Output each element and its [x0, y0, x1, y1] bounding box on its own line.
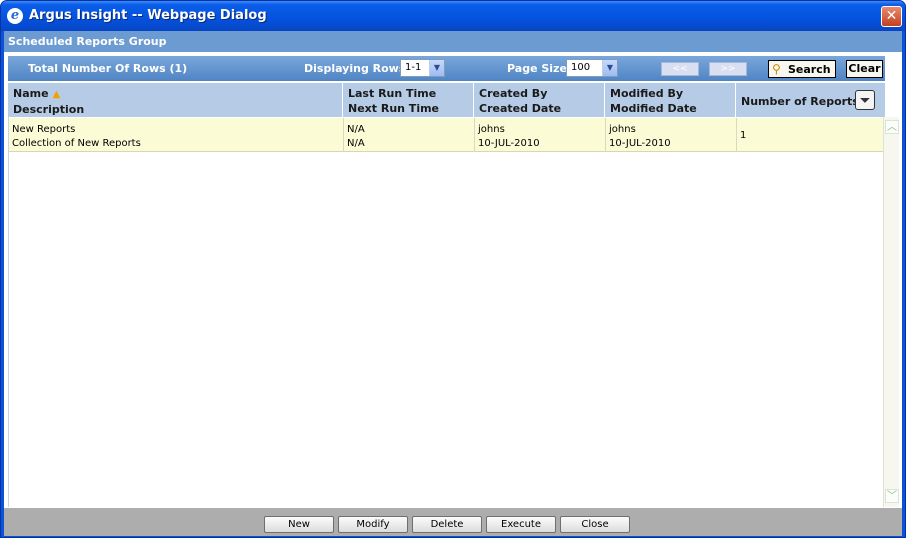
close-button[interactable]: Close [560, 516, 630, 533]
column-header-line1: Last Run Time [348, 87, 437, 100]
sort-ascending-icon: ▲ [52, 89, 61, 100]
prev-page-button[interactable]: << [661, 62, 699, 76]
row-modified-date: 10-JUL-2010 [609, 138, 671, 149]
page-size-value: 100 [571, 62, 591, 73]
row-next-run-time: N/A [347, 138, 365, 149]
column-header-line1: Name [13, 87, 49, 100]
scroll-up-icon[interactable]: ︿ [885, 120, 899, 134]
dialog-content: Scheduled Reports Group Total Number Of … [4, 31, 902, 536]
page-size-label: Page Size [507, 62, 567, 75]
ie-icon: e [7, 8, 23, 24]
dialog-window: e Argus Insight -- Webpage Dialog ✕ Sche… [0, 0, 906, 538]
footer-button-bar: New Modify Delete Execute Close [4, 508, 902, 536]
window-title: Argus Insight -- Webpage Dialog [29, 8, 267, 23]
close-window-button[interactable]: ✕ [881, 6, 902, 27]
total-rows-label: Total Number Of Rows (1) [28, 62, 188, 75]
cell-modified: johns 10-JUL-2010 [605, 118, 736, 152]
next-page-button[interactable]: >> [709, 62, 747, 76]
delete-button[interactable]: Delete [412, 516, 482, 533]
grid-header: Name ▲ Description Last Run Time Next Run… [8, 83, 885, 117]
page-size-select[interactable]: 100 ▼ [566, 59, 618, 77]
row-modified-by: johns [609, 124, 636, 135]
new-button[interactable]: New [264, 516, 334, 533]
search-button[interactable]: ⚲ Search [768, 60, 836, 78]
clear-button[interactable]: Clear [846, 60, 883, 78]
execute-button[interactable]: Execute [486, 516, 556, 533]
filter-icon[interactable]: ⏷ [855, 90, 875, 110]
search-button-label: Search [788, 63, 831, 76]
column-header-created[interactable]: Created By Created Date [473, 83, 604, 117]
chevron-down-icon[interactable]: ▼ [602, 60, 617, 76]
row-created-date: 10-JUL-2010 [478, 138, 540, 149]
displaying-rows-select[interactable]: 1-1 ▼ [400, 59, 445, 77]
cell-created: johns 10-JUL-2010 [474, 118, 605, 152]
cell-number-of-reports: 1 [736, 118, 885, 152]
displaying-rows-label: Displaying Rows [304, 62, 406, 75]
row-name: New Reports [12, 124, 76, 135]
column-header-line2: Next Run Time [348, 102, 440, 115]
grid-toolbar: Total Number Of Rows (1) Displaying Rows… [8, 56, 885, 81]
column-header-line2: Created Date [479, 102, 562, 115]
title-bar[interactable]: e Argus Insight -- Webpage Dialog ✕ [1, 1, 905, 31]
column-header-line2: Description [13, 103, 85, 116]
row-created-by: johns [478, 124, 505, 135]
modify-button[interactable]: Modify [338, 516, 408, 533]
column-header-line2: Modified Date [610, 102, 697, 115]
column-header-line1: Created By [479, 87, 548, 100]
row-description: Collection of New Reports [12, 138, 141, 149]
group-title: Scheduled Reports Group [4, 31, 902, 52]
column-header-modified[interactable]: Modified By Modified Date [604, 83, 735, 117]
chevron-down-icon[interactable]: ▼ [429, 60, 444, 76]
column-header-run-time[interactable]: Last Run Time Next Run Time [342, 83, 473, 117]
displaying-rows-value: 1-1 [405, 62, 422, 73]
table-row[interactable]: New Reports Collection of New Reports N/… [9, 118, 885, 152]
grid-body: New Reports Collection of New Reports N/… [8, 117, 885, 507]
row-number-of-reports: 1 [740, 130, 747, 141]
vertical-scrollbar[interactable]: ︿ ﹀ [883, 117, 899, 507]
column-header-name[interactable]: Name ▲ Description [8, 83, 342, 117]
cell-run-time: N/A N/A [343, 118, 474, 152]
column-header-line1: Modified By [610, 87, 684, 100]
cell-name-description: New Reports Collection of New Reports [9, 118, 343, 152]
scroll-down-icon[interactable]: ﹀ [885, 489, 899, 503]
search-icon: ⚲ [772, 62, 781, 76]
row-last-run-time: N/A [347, 124, 365, 135]
